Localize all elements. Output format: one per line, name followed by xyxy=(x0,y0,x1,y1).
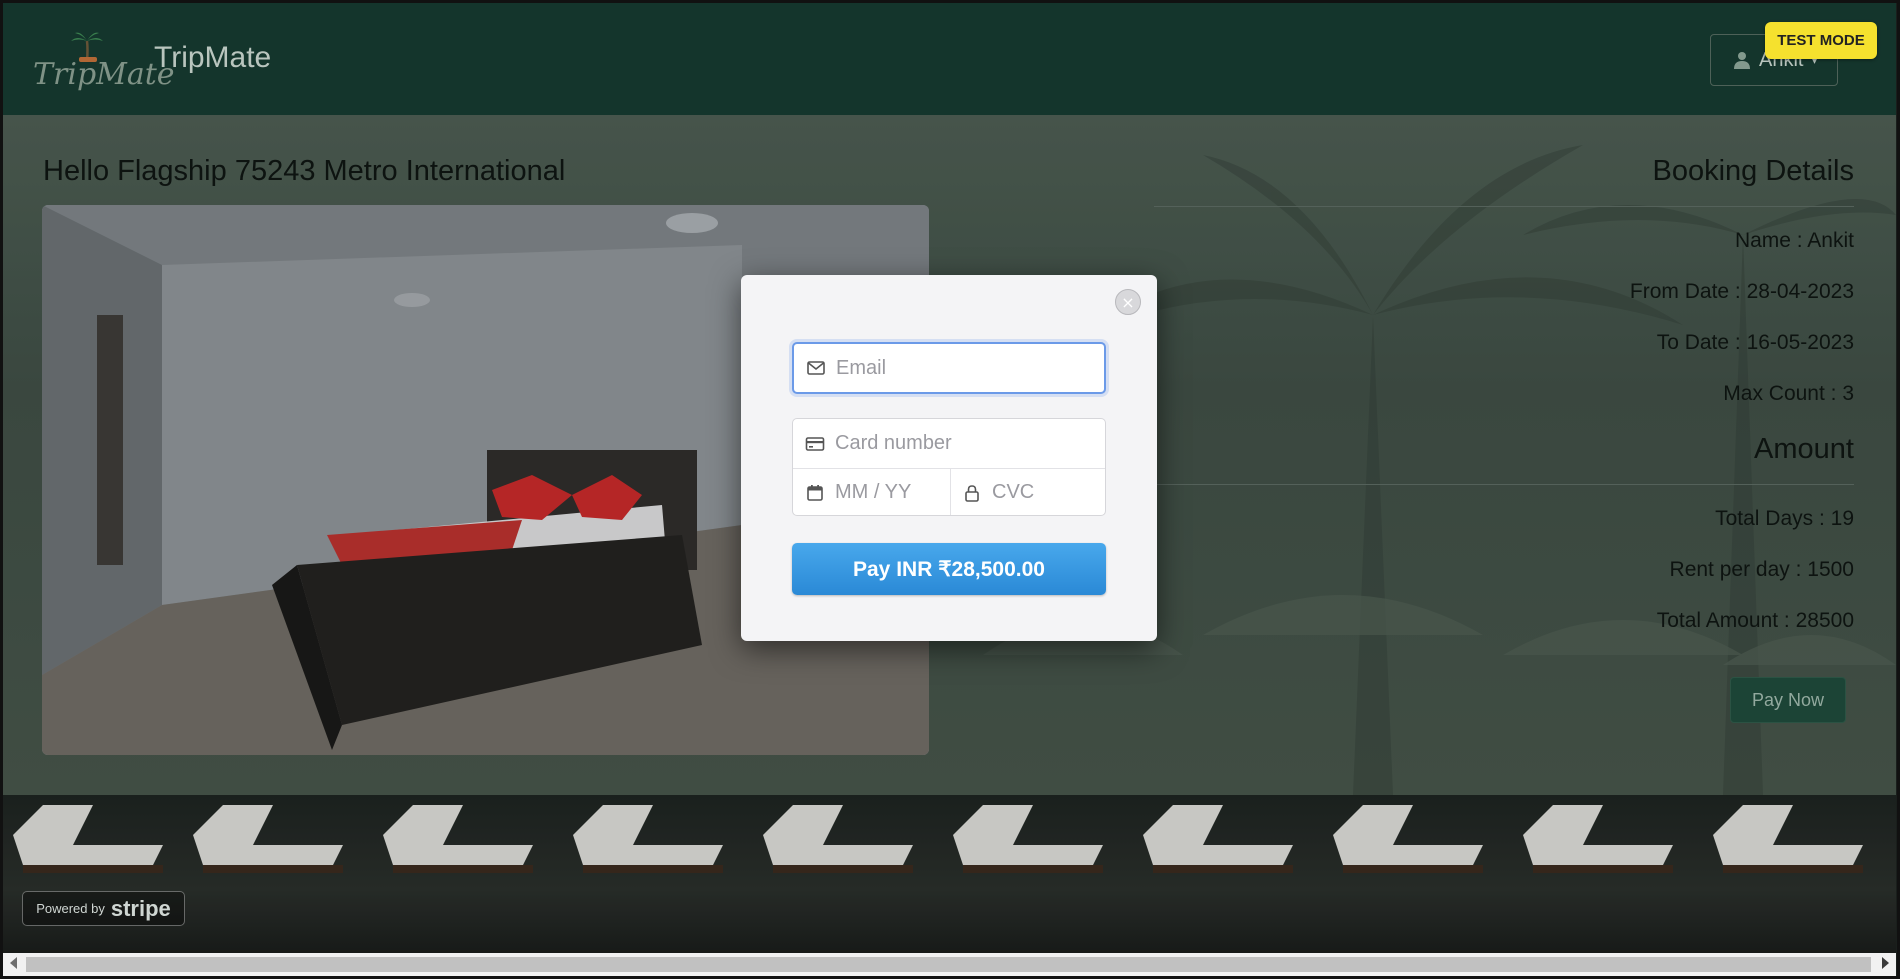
card-number-input[interactable] xyxy=(835,432,1055,455)
cvc-field[interactable] xyxy=(950,468,1105,515)
test-mode-badge: TEST MODE xyxy=(1765,22,1877,59)
envelope-icon xyxy=(807,361,825,375)
email-input[interactable] xyxy=(836,356,1056,380)
email-field[interactable] xyxy=(792,342,1106,394)
lock-icon xyxy=(965,484,979,502)
horizontal-scrollbar[interactable] xyxy=(3,953,1896,976)
scrollbar-thumb[interactable] xyxy=(26,957,1871,972)
scroll-right-arrow-icon[interactable] xyxy=(1882,957,1889,969)
close-icon[interactable]: × xyxy=(1115,289,1141,315)
powered-by-stripe-badge[interactable]: Powered by stripe xyxy=(22,891,185,926)
card-number-field[interactable] xyxy=(793,419,1105,469)
cvc-input[interactable] xyxy=(992,481,1102,504)
powered-by-label: Powered by xyxy=(36,901,105,916)
calendar-icon xyxy=(807,484,823,501)
credit-card-icon xyxy=(805,436,825,451)
stripe-checkout-modal: × Email Card number MM / YY CVC Pay INR … xyxy=(741,275,1157,641)
card-details-group xyxy=(792,418,1106,516)
scroll-left-arrow-icon[interactable] xyxy=(10,957,17,969)
expiry-input[interactable] xyxy=(835,481,945,504)
stripe-wordmark: stripe xyxy=(110,895,171,921)
expiry-field[interactable] xyxy=(793,468,951,515)
pay-button[interactable]: Pay INR ₹28,500.00 xyxy=(792,543,1106,595)
